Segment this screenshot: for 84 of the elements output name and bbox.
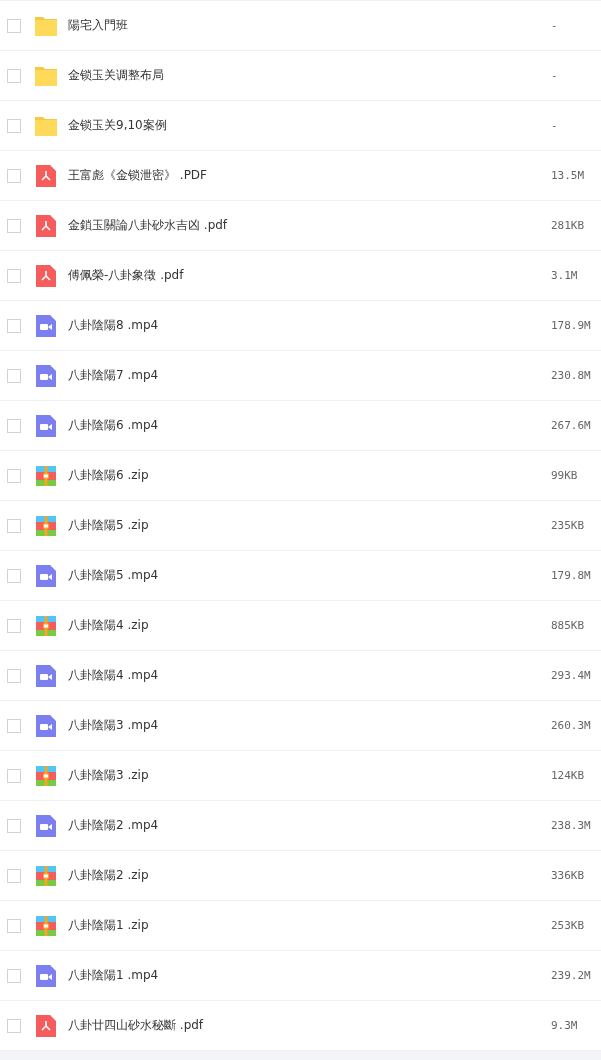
file-size: 293.4M	[551, 669, 592, 682]
video-icon	[35, 814, 57, 837]
file-size: 239.2M	[551, 969, 592, 982]
file-size: 281KB	[551, 219, 586, 232]
file-size: 230.8M	[551, 369, 592, 382]
file-name[interactable]: 八卦陰陽1 .mp4	[68, 967, 551, 984]
file-name[interactable]: 金锁玉关9,10案例	[68, 117, 551, 134]
archive-icon	[35, 464, 57, 487]
file-size: 260.3M	[551, 719, 592, 732]
file-size: -	[551, 119, 559, 132]
pdf-icon	[35, 164, 57, 187]
file-name[interactable]: 八卦陰陽6 .mp4	[68, 417, 551, 434]
checkbox[interactable]	[7, 68, 21, 83]
pdf-icon	[35, 1014, 57, 1037]
file-size: 179.8M	[551, 569, 592, 582]
file-name[interactable]: 八卦陰陽6 .zip	[68, 467, 551, 484]
file-size: 267.6M	[551, 419, 592, 432]
file-size: -	[551, 69, 559, 82]
video-icon	[35, 664, 57, 687]
pdf-icon	[35, 264, 57, 287]
file-size: 178.9M	[551, 319, 592, 332]
checkbox[interactable]	[7, 768, 21, 783]
checkbox[interactable]	[7, 1018, 21, 1033]
video-icon	[35, 414, 57, 437]
video-icon	[35, 964, 57, 987]
checkbox[interactable]	[7, 718, 21, 733]
file-name[interactable]: 八卦陰陽5 .mp4	[68, 567, 551, 584]
checkbox[interactable]	[7, 118, 21, 133]
folder-icon	[35, 114, 57, 137]
checkbox[interactable]	[7, 618, 21, 633]
checkbox[interactable]	[7, 318, 21, 333]
checkbox[interactable]	[7, 568, 21, 583]
archive-icon	[35, 864, 57, 887]
file-name[interactable]: 金鎖玉關論八卦砂水吉凶 .pdf	[68, 217, 551, 234]
file-size: 235KB	[551, 519, 586, 532]
checkbox[interactable]	[7, 368, 21, 383]
file-name[interactable]: 八卦陰陽3 .zip	[68, 767, 551, 784]
file-name[interactable]: 金锁玉关调整布局	[68, 67, 551, 84]
checkbox[interactable]	[7, 168, 21, 183]
checkbox[interactable]	[7, 518, 21, 533]
file-name[interactable]: 八卦陰陽4 .mp4	[68, 667, 551, 684]
file-size: 336KB	[551, 869, 586, 882]
file-name[interactable]: 八卦廿四山砂水秘斷 .pdf	[68, 1017, 551, 1034]
checkbox[interactable]	[7, 468, 21, 483]
archive-icon	[35, 914, 57, 937]
checkbox[interactable]	[7, 818, 21, 833]
file-size: 253KB	[551, 919, 586, 932]
pdf-icon	[35, 214, 57, 237]
folder-icon	[35, 64, 57, 87]
file-name[interactable]: 傅佩榮-八卦象徵 .pdf	[68, 267, 551, 284]
video-icon	[35, 364, 57, 387]
checkbox[interactable]	[7, 668, 21, 683]
checkbox[interactable]	[7, 918, 21, 933]
video-icon	[35, 314, 57, 337]
video-icon	[35, 564, 57, 587]
file-size: 124KB	[551, 769, 586, 782]
file-name[interactable]: 八卦陰陽2 .zip	[68, 867, 551, 884]
checkbox[interactable]	[7, 18, 21, 33]
folder-icon	[35, 14, 57, 37]
file-size: 238.3M	[551, 819, 592, 832]
file-size: -	[551, 19, 559, 32]
file-size: 99KB	[551, 469, 579, 482]
file-name[interactable]: 八卦陰陽5 .zip	[68, 517, 551, 534]
file-name[interactable]: 八卦陰陽7 .mp4	[68, 367, 551, 384]
file-name[interactable]: 八卦陰陽1 .zip	[68, 917, 551, 934]
file-name[interactable]: 八卦陰陽8 .mp4	[68, 317, 551, 334]
archive-icon	[35, 614, 57, 637]
checkbox[interactable]	[7, 968, 21, 983]
checkbox[interactable]	[7, 218, 21, 233]
file-name[interactable]: 八卦陰陽3 .mp4	[68, 717, 551, 734]
file-size: 885KB	[551, 619, 586, 632]
archive-icon	[35, 764, 57, 787]
checkbox[interactable]	[7, 268, 21, 283]
file-size: 3.1M	[551, 269, 579, 282]
video-icon	[35, 714, 57, 737]
checkbox[interactable]	[7, 418, 21, 433]
file-name[interactable]: 八卦陰陽4 .zip	[68, 617, 551, 634]
checkbox[interactable]	[7, 868, 21, 883]
file-size: 13.5M	[551, 169, 586, 182]
file-size: 9.3M	[551, 1019, 579, 1032]
file-name[interactable]: 陽宅入門班	[68, 17, 551, 34]
archive-icon	[35, 514, 57, 537]
file-name[interactable]: 八卦陰陽2 .mp4	[68, 817, 551, 834]
file-name[interactable]: 王富彪《金锁泄密》 .PDF	[68, 167, 551, 184]
